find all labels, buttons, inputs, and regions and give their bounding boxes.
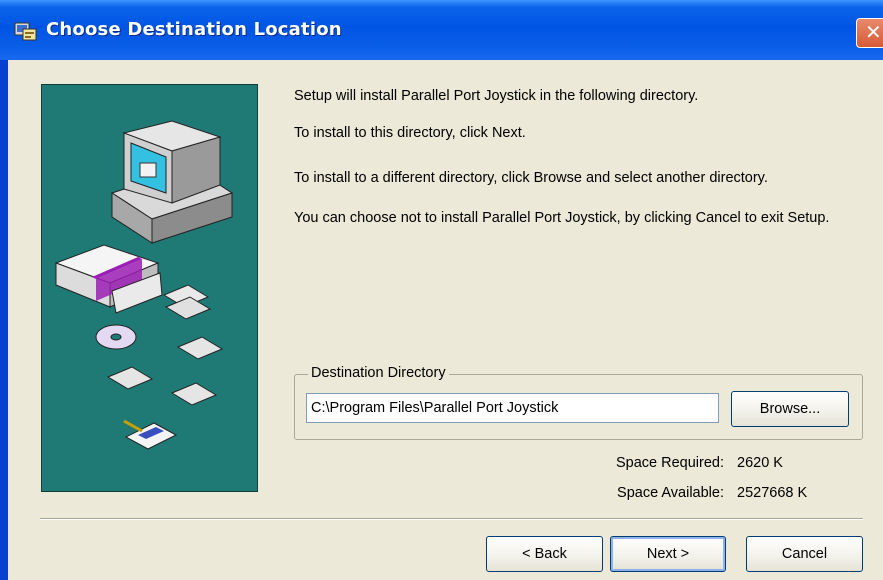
title-bar[interactable]: Choose Destination Location ✕ bbox=[0, 0, 883, 60]
close-icon: ✕ bbox=[865, 20, 882, 44]
intro-line-1: Setup will install Parallel Port Joystic… bbox=[294, 88, 699, 104]
space-required-value: 2620 K bbox=[737, 455, 783, 471]
setup-illustration bbox=[41, 84, 258, 492]
next-button[interactable]: Next > bbox=[610, 536, 726, 572]
setup-dialog: Choose Destination Location ✕ Setup will… bbox=[0, 0, 883, 580]
browse-button[interactable]: Browse... bbox=[731, 391, 849, 427]
space-available-label: Space Available: bbox=[617, 485, 724, 501]
dialog-title: Choose Destination Location bbox=[46, 19, 342, 40]
destination-path-field[interactable] bbox=[306, 393, 719, 423]
space-required-label: Space Required: bbox=[615, 455, 724, 471]
intro-line-2: To install to this directory, click Next… bbox=[294, 125, 526, 141]
space-available-value: 2527668 K bbox=[737, 485, 808, 501]
close-button[interactable]: ✕ bbox=[856, 18, 883, 48]
intro-line-3: To install to a different directory, cli… bbox=[294, 170, 768, 186]
cancel-button[interactable]: Cancel bbox=[746, 536, 863, 572]
window-frame-left bbox=[0, 60, 8, 580]
button-separator bbox=[40, 518, 863, 520]
intro-line-4: You can choose not to install Parallel P… bbox=[294, 210, 830, 226]
installer-icon bbox=[14, 22, 37, 41]
computer-and-media-icon bbox=[54, 120, 234, 450]
destination-group-label: Destination Directory bbox=[308, 365, 449, 381]
back-button[interactable]: < Back bbox=[486, 536, 603, 572]
